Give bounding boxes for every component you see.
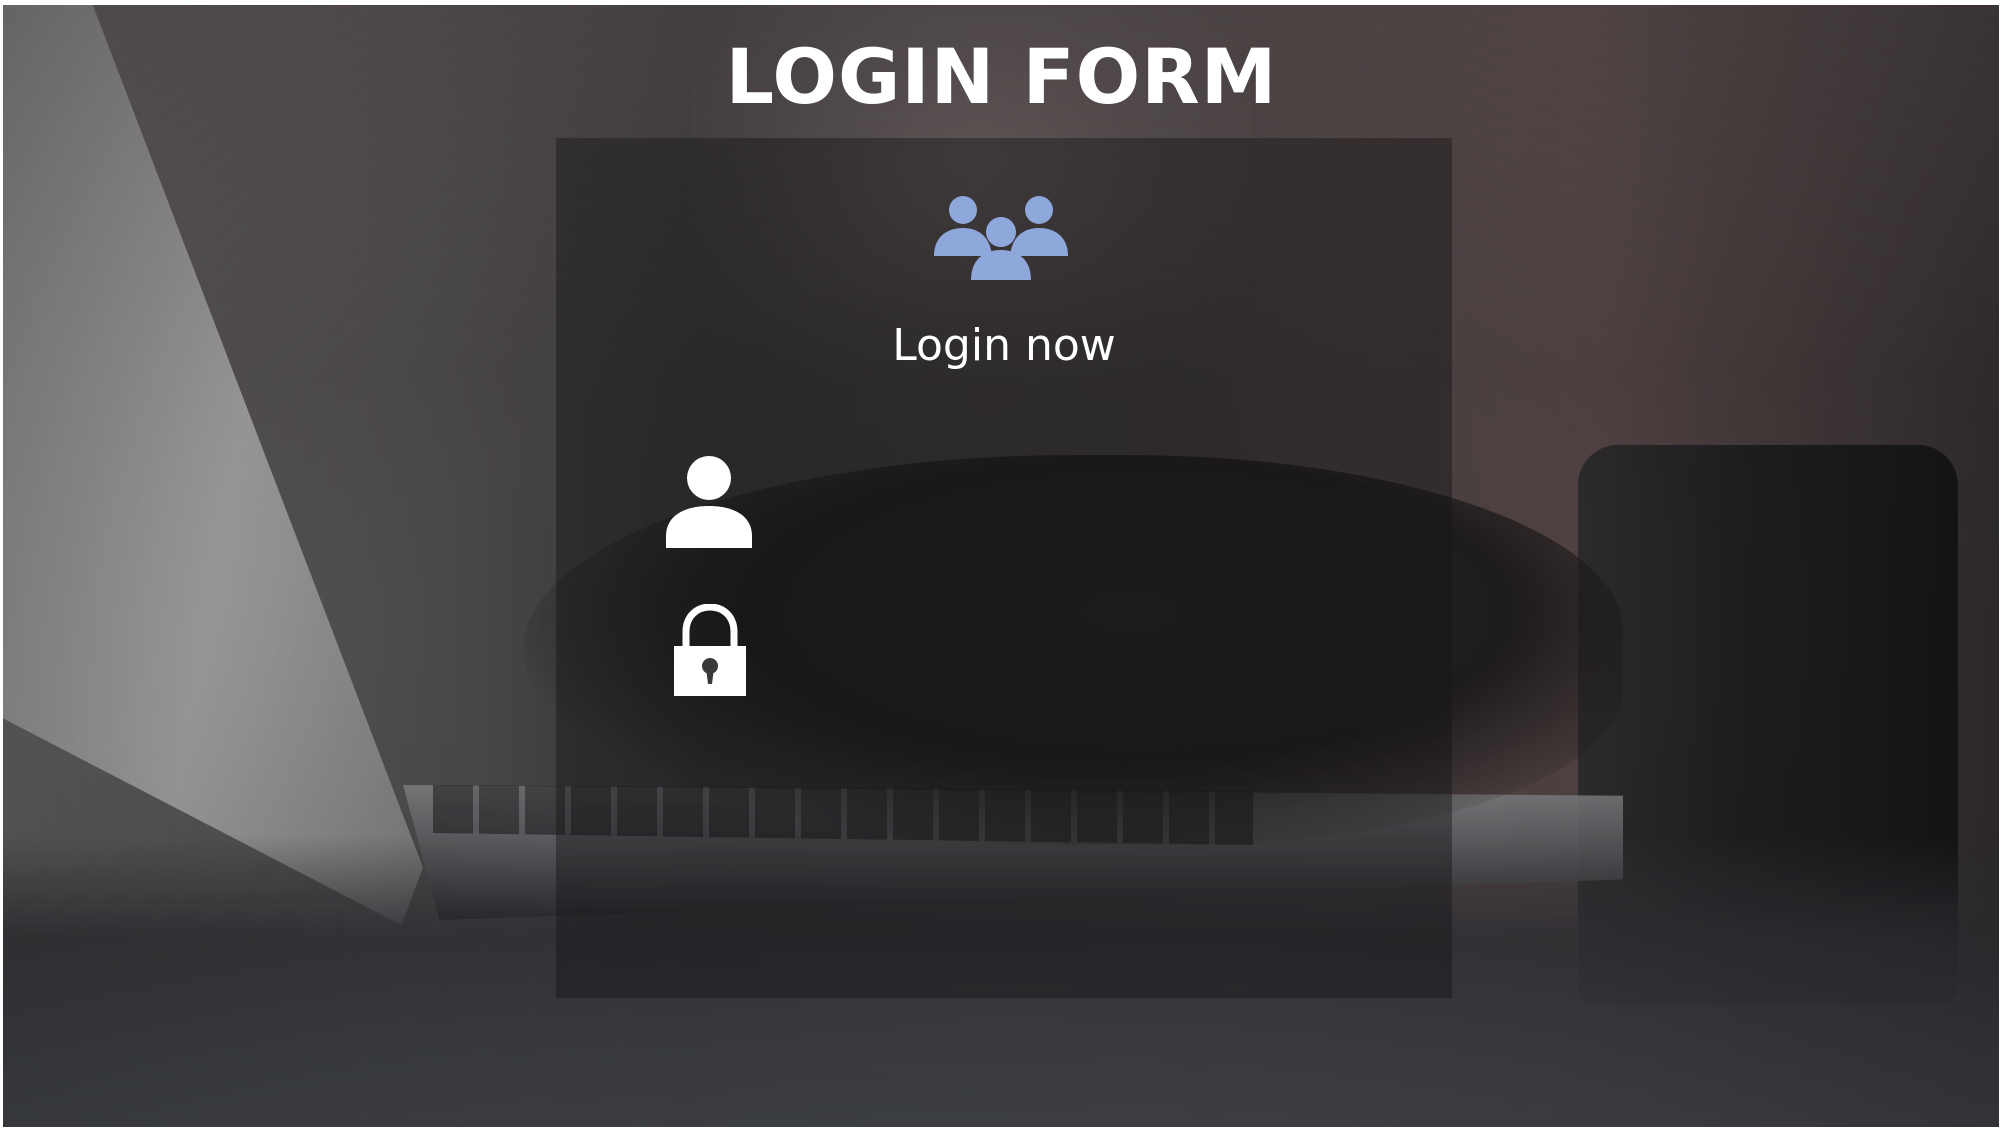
users-group-icon xyxy=(934,196,1068,280)
password-input[interactable] xyxy=(770,612,1390,692)
user-icon xyxy=(666,456,752,548)
username-input[interactable] xyxy=(770,462,1390,542)
login-heading: Login now xyxy=(892,320,1116,371)
page-title: LOGIN FORM xyxy=(725,32,1278,121)
lock-icon xyxy=(674,604,746,696)
